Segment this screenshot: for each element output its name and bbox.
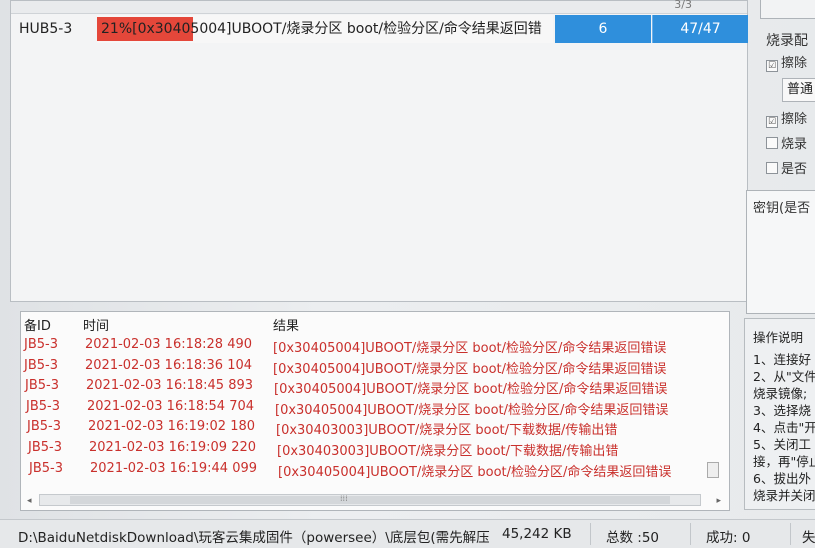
log-header: 备ID 时间 结果 <box>21 312 729 334</box>
app-window: 3/3 HUB5-3 21%[0x30405004]UBOOT/烧录分区 boo… <box>0 0 815 548</box>
log-row[interactable]: JB5-3 2021-02-03 16:18:36 104 [0x3040500… <box>21 356 729 377</box>
log-time: 2021-02-03 16:19:02 180 <box>88 419 256 434</box>
status-divider <box>790 523 791 545</box>
log-result: [0x30405004]UBOOT/烧录分区 boot/检验分区/命令结果返回错… <box>274 382 668 397</box>
status-bar: D:\BaiduNetdiskDownload\玩客云集成固件（powersee… <box>0 519 815 548</box>
log-id: JB5-3 <box>24 358 58 373</box>
log-row[interactable]: JB5-3 2021-02-03 16:19:02 180 [0x3040300… <box>21 417 729 438</box>
log-row[interactable]: JB5-3 2021-02-03 16:18:28 490 [0x3040500… <box>21 335 729 356</box>
log-id: JB5-3 <box>25 378 59 393</box>
log-result: [0x30403003]UBOOT/烧录分区 boot/下载数据/传输出错 <box>276 423 618 438</box>
log-id: JB5-3 <box>26 399 60 414</box>
status-divider <box>590 523 591 545</box>
log-result: [0x30405004]UBOOT/烧录分区 boot/检验分区/命令结果返回错… <box>273 341 667 356</box>
log-result: [0x30403003]UBOOT/烧录分区 boot/下载数据/传输出错 <box>277 444 619 459</box>
checkbox-checked-icon: ☑ <box>766 116 778 128</box>
log-id: JB5-3 <box>27 419 61 434</box>
help-title: 操作说明 <box>753 330 804 345</box>
whether-checkbox[interactable]: 是否 <box>766 158 807 177</box>
ratio-cell: 47/47 <box>652 15 748 43</box>
grip-icon: ⁞⁞⁞ <box>340 494 348 503</box>
help-line: 烧录并关闭 <box>753 488 815 503</box>
scroll-right-icon[interactable]: ▸ <box>716 496 721 506</box>
log-time: 2021-02-03 16:18:45 893 <box>86 378 254 393</box>
progress-message: [0x30405004]UBOOT/烧录分区 boot/检验分区/命令结果返回错 <box>132 21 542 37</box>
erase-checkbox-2[interactable]: ☑ 擦除 <box>766 108 807 128</box>
count-cell: 6 <box>555 15 651 43</box>
progress-percent: 21% <box>101 21 133 37</box>
previous-row-ratio: 3/3 <box>674 0 692 11</box>
mode-select[interactable]: 普通 <box>782 78 815 102</box>
log-time: 2021-02-03 16:19:09 220 <box>89 440 257 455</box>
erase-checkbox-1[interactable]: ☑ 擦除 <box>766 52 807 72</box>
burn-checkbox[interactable]: 烧录 <box>766 133 807 152</box>
device-row[interactable]: HUB5-3 21%[0x30405004]UBOOT/烧录分区 boot/检验… <box>11 15 748 43</box>
fail-count: 失 <box>802 530 815 546</box>
right-panel: 烧录配 ☑ 擦除 普通 ☑ 擦除 烧录 是否 密钥(是否 操作说明 1、连接好 2、… <box>744 0 815 547</box>
burn-config-label: 烧录配 <box>766 33 808 49</box>
checkbox-checked-icon: ☑ <box>766 60 778 72</box>
log-row[interactable]: JB5-3 2021-02-03 16:19:44 099 [0x3040500… <box>21 459 729 480</box>
vertical-scroll-handle[interactable] <box>707 462 719 478</box>
log-result: [0x30405004]UBOOT/烧录分区 boot/检验分区/命令结果返回错… <box>275 403 669 418</box>
file-size: 45,242 KB <box>502 526 572 542</box>
help-panel: 操作说明 1、连接好 2、从"文件 烧录镜像; 3、选择烧 4、点击"开 5、关… <box>744 318 815 510</box>
log-row[interactable]: JB5-3 2021-02-03 16:18:45 893 [0x3040500… <box>21 376 729 397</box>
scroll-left-icon[interactable]: ◂ <box>27 496 32 506</box>
grid-top-strip: 3/3 <box>11 0 747 14</box>
log-row[interactable]: JB5-3 2021-02-03 16:19:09 220 [0x3040300… <box>21 438 729 459</box>
checkbox-icon <box>766 162 778 174</box>
log-time: 2021-02-03 16:18:36 104 <box>85 358 253 373</box>
checkbox-icon <box>766 137 778 149</box>
log-time: 2021-02-03 16:18:54 704 <box>87 399 255 414</box>
device-grid: 3/3 HUB5-3 21%[0x30405004]UBOOT/烧录分区 boo… <box>10 0 748 302</box>
firmware-path: D:\BaiduNetdiskDownload\玩客云集成固件（powersee… <box>18 530 490 546</box>
log-row[interactable]: JB5-3 2021-02-03 16:18:54 704 [0x3040500… <box>21 397 729 418</box>
key-group[interactable]: 密钥(是否 <box>746 190 815 314</box>
column-header-result[interactable]: 结果 <box>273 315 299 334</box>
log-result: [0x30405004]UBOOT/烧录分区 boot/检验分区/命令结果返回错… <box>278 465 672 480</box>
success-count: 成功: 0 <box>706 530 751 546</box>
column-header-id[interactable]: 备ID <box>24 315 51 334</box>
device-name: HUB5-3 <box>19 21 73 37</box>
horizontal-scrollbar[interactable]: ⁞⁞⁞ <box>39 494 701 506</box>
scrollbar-thumb[interactable] <box>70 496 670 504</box>
log-id: JB5-3 <box>24 337 58 352</box>
top-right-button[interactable] <box>760 0 815 19</box>
log-list[interactable]: 备ID 时间 结果 JB5-3 2021-02-03 16:18:28 490 … <box>20 311 730 511</box>
log-time: 2021-02-03 16:19:44 099 <box>90 461 258 476</box>
key-label: 密钥(是否 <box>753 201 811 216</box>
column-header-time[interactable]: 时间 <box>83 315 109 334</box>
total-count: 总数 :50 <box>606 530 660 546</box>
log-time: 2021-02-03 16:18:28 490 <box>85 337 253 352</box>
log-id: JB5-3 <box>28 440 62 455</box>
log-id: JB5-3 <box>29 461 63 476</box>
progress-cell: 21%[0x30405004]UBOOT/烧录分区 boot/检验分区/命令结果… <box>97 15 553 43</box>
status-divider <box>690 523 691 545</box>
log-result: [0x30405004]UBOOT/烧录分区 boot/检验分区/命令结果返回错… <box>273 362 667 377</box>
